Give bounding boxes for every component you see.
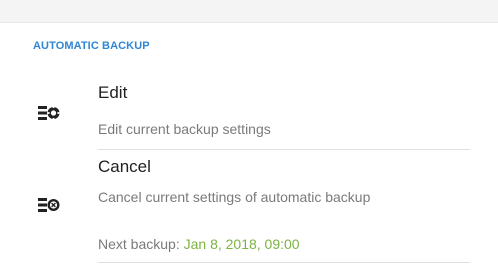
next-backup-value: Jan 8, 2018, 09:00	[183, 236, 300, 252]
divider-bottom	[98, 262, 470, 263]
edit-backup-item[interactable]: Edit Edit current backup settings	[0, 78, 498, 148]
edit-subtitle: Edit current backup settings	[98, 121, 271, 137]
top-strip	[0, 0, 498, 23]
cancel-backup-item[interactable]: Cancel Cancel current settings of automa…	[0, 153, 498, 233]
section-header: AUTOMATIC BACKUP	[33, 40, 150, 52]
cancel-title: Cancel	[98, 157, 151, 176]
backup-cancel-icon	[38, 197, 60, 213]
backup-settings-icon	[38, 105, 60, 121]
next-backup-line: Next backup: Jan 8, 2018, 09:00	[98, 236, 300, 252]
cancel-subtitle: Cancel current settings of automatic bac…	[98, 189, 371, 205]
next-backup-label: Next backup:	[98, 236, 184, 252]
edit-title: Edit	[98, 83, 128, 102]
divider	[98, 149, 470, 150]
